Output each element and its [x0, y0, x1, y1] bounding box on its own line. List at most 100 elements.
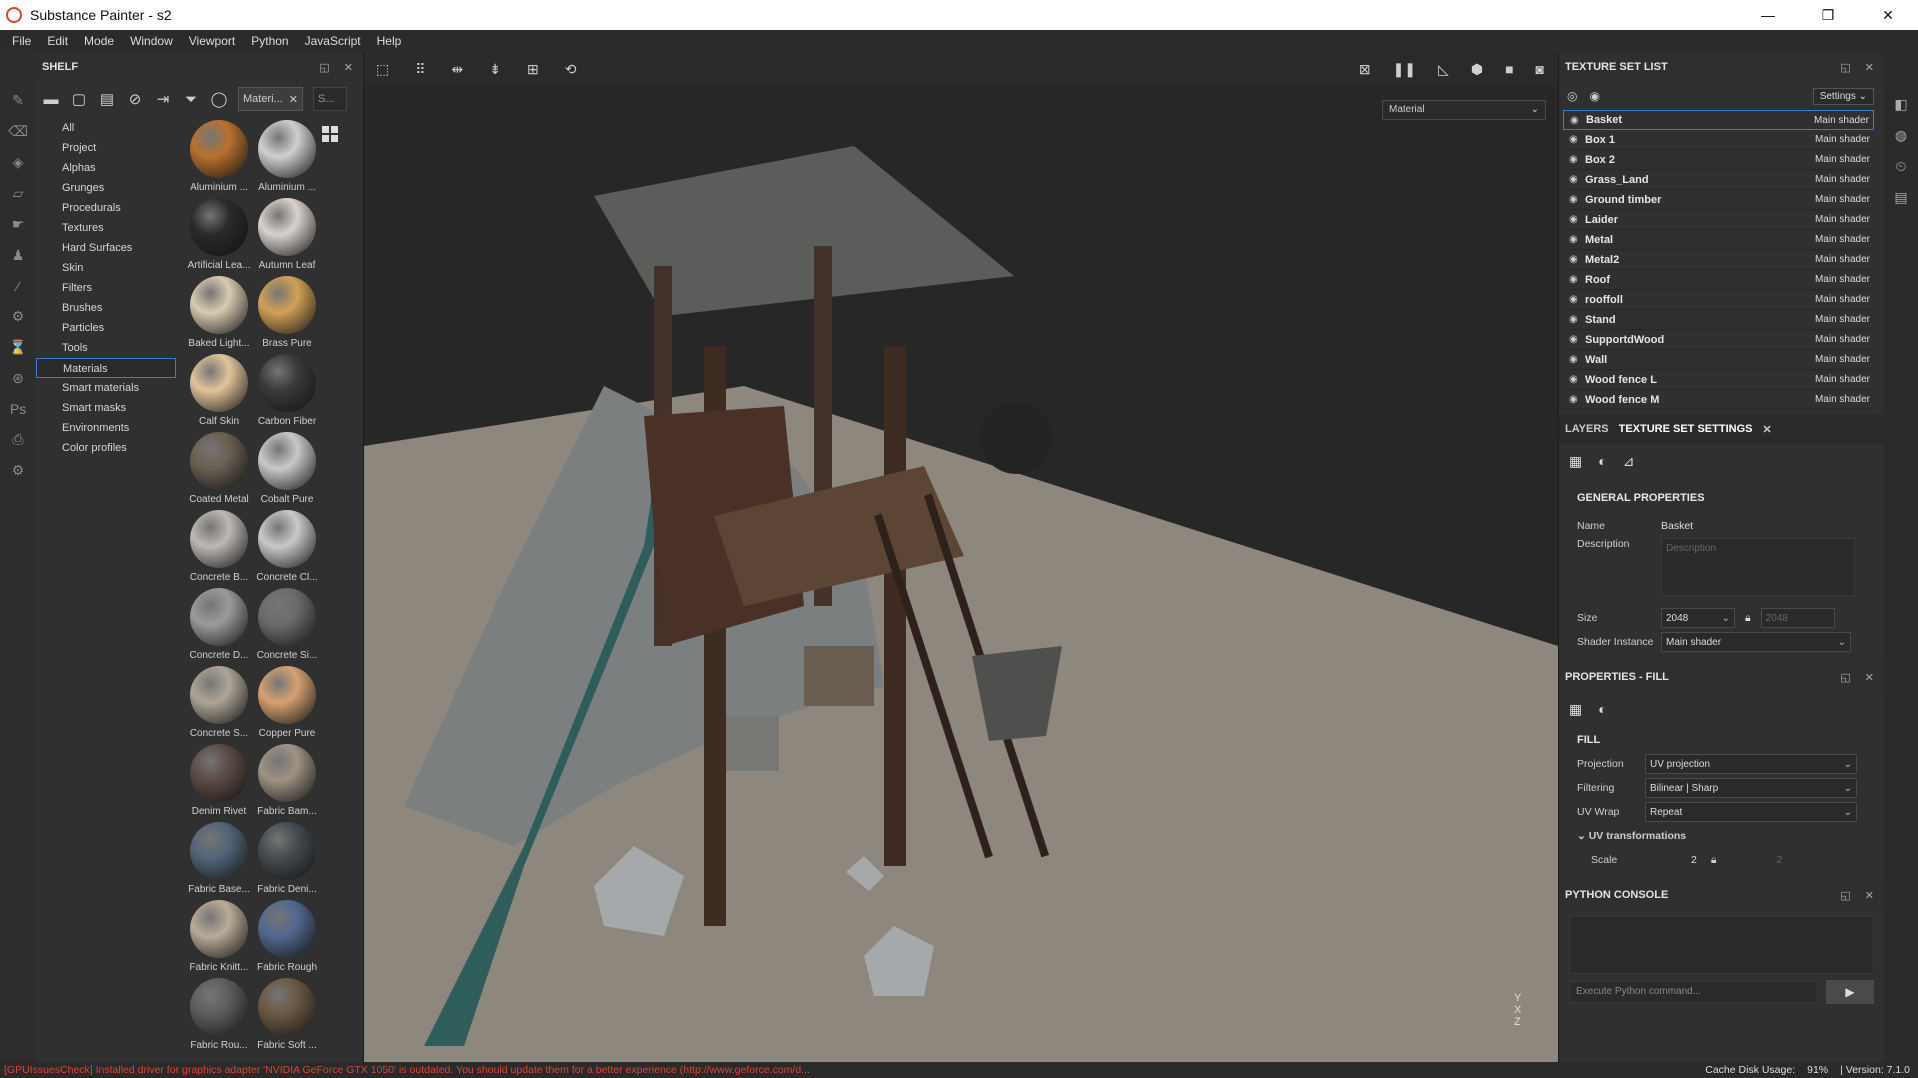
description-field[interactable]: Description	[1661, 538, 1855, 596]
texture-set-row[interactable]: ◉ Wood fence L Main shader	[1563, 370, 1874, 390]
close-panel-icon[interactable]: ✕	[344, 61, 353, 74]
lock-icon[interactable]: 🔒︎	[1711, 854, 1717, 867]
texture-set-row[interactable]: ◉ Stand Main shader	[1563, 310, 1874, 330]
texture-set-shader[interactable]: Main shader	[1814, 115, 1873, 126]
material-thumbnail[interactable]: Concrete Cl...	[252, 510, 322, 588]
settings-dropdown[interactable]: Settings ⌄	[1812, 87, 1874, 105]
category-item[interactable]: Particles	[36, 318, 176, 338]
channels-icon[interactable]: ▦	[1569, 701, 1582, 718]
size-select[interactable]: 2048 ⌄	[1661, 608, 1735, 628]
texture-set-row[interactable]: ◉ Metal2 Main shader	[1563, 250, 1874, 270]
export-icon[interactable]: ⎙	[8, 431, 28, 448]
category-item[interactable]: Project	[36, 138, 176, 158]
channels-icon[interactable]: ▦	[1569, 453, 1582, 470]
hide-ui-icon[interactable]: ⊠	[1359, 61, 1371, 78]
category-item[interactable]: Materials	[36, 358, 176, 378]
material-thumbnail[interactable]: Fabric Base...	[184, 822, 254, 900]
texture-set-row[interactable]: ◉ rooffoll Main shader	[1563, 290, 1874, 310]
eye-icon[interactable]: ◉	[1569, 194, 1585, 205]
eye-icon[interactable]: ◉	[1569, 174, 1585, 185]
category-item[interactable]: All	[36, 118, 176, 138]
menu-window[interactable]: Window	[122, 34, 181, 48]
eye-icon[interactable]: ◉	[1569, 294, 1585, 305]
category-item[interactable]: Procedurals	[36, 198, 176, 218]
texture-set-row[interactable]: ◉ Laider Main shader	[1563, 210, 1874, 230]
texture-set-shader[interactable]: Main shader	[1815, 154, 1874, 165]
folder-icon[interactable]: ▬	[42, 91, 60, 108]
polygon-fill-icon[interactable]: ▱	[8, 185, 28, 202]
eye-icon[interactable]: ◉	[1570, 115, 1586, 126]
uvwrap-select[interactable]: Repeat ⌄	[1645, 802, 1857, 822]
texture-set-row[interactable]: ◉ Box 2 Main shader	[1563, 150, 1874, 170]
texture-set-row[interactable]: ◉ Wall Main shader	[1563, 350, 1874, 370]
category-item[interactable]: Smart materials	[36, 378, 176, 398]
category-item[interactable]: Skin	[36, 258, 176, 278]
material-thumbnail[interactable]: Fabric Rou...	[184, 978, 254, 1056]
texture-set-row[interactable]: ◉ Roof Main shader	[1563, 270, 1874, 290]
material-thumbnail[interactable]: Artificial Lea...	[184, 198, 254, 276]
shelf-search-input[interactable]: Materi... ✕	[238, 87, 303, 111]
eraser-icon[interactable]: ⌫	[8, 123, 28, 140]
material-thumbnail[interactable]: Concrete S...	[184, 666, 254, 744]
import-icon[interactable]: ⇥	[154, 90, 172, 108]
texture-set-row[interactable]: ◉ Wood fence M Main shader	[1563, 390, 1874, 410]
python-command-input[interactable]: Execute Python command...	[1569, 981, 1818, 1003]
plugin-icon[interactable]: ⊛	[8, 370, 28, 387]
material-thumbnail[interactable]: Concrete Si...	[252, 588, 322, 666]
run-command-button[interactable]: ▶	[1826, 980, 1874, 1004]
texture-set-shader[interactable]: Main shader	[1815, 314, 1874, 325]
grid-view-icon[interactable]	[322, 126, 338, 142]
eye-icon[interactable]: ◉	[1569, 214, 1585, 225]
menu-viewport[interactable]: Viewport	[181, 34, 243, 48]
material-thumbnail[interactable]: Fabric Bam...	[252, 744, 322, 822]
screenshot-icon[interactable]: ◙	[1536, 61, 1544, 78]
material-thumbnail[interactable]: Carbon Fiber	[252, 354, 322, 432]
texture-set-shader[interactable]: Main shader	[1815, 274, 1874, 285]
category-item[interactable]: Color profiles	[36, 438, 176, 458]
select-icon[interactable]: ⬚	[376, 61, 389, 78]
texture-set-row[interactable]: ◉ Basket Main shader	[1563, 110, 1874, 130]
new-resource-icon[interactable]: ▢	[70, 90, 88, 108]
close-panel-icon[interactable]: ✕	[1865, 671, 1874, 684]
projection-icon[interactable]: ◈	[8, 154, 28, 171]
projection-select[interactable]: UV projection ⌄	[1645, 754, 1857, 774]
paint-brush-icon[interactable]: ✎	[8, 92, 28, 109]
menu-javascript[interactable]: JavaScript	[297, 34, 369, 48]
category-item[interactable]: Smart masks	[36, 398, 176, 418]
photoshop-icon[interactable]: Ps	[8, 401, 28, 417]
hide-icon[interactable]: ⊘	[126, 90, 144, 108]
eye-icon[interactable]: ◉	[1569, 314, 1585, 325]
eye-icon[interactable]: ◉	[1589, 89, 1599, 103]
category-item[interactable]: Tools	[36, 338, 176, 358]
texture-set-row[interactable]: ◉ Box 1 Main shader	[1563, 130, 1874, 150]
eye-icon[interactable]: ◉	[1569, 254, 1585, 265]
texture-set-shader[interactable]: Main shader	[1815, 254, 1874, 265]
refresh-icon[interactable]: ◯	[210, 90, 228, 108]
iray-icon[interactable]: ⌛	[8, 339, 28, 356]
float-panel-icon[interactable]: ◱	[1840, 61, 1850, 74]
close-tab-icon[interactable]: ✕	[1762, 423, 1771, 436]
eye-icon[interactable]: ◉	[1569, 134, 1585, 145]
pause-icon[interactable]: ❚❚	[1393, 61, 1416, 78]
texture-set-shader[interactable]: Main shader	[1815, 354, 1874, 365]
tab-layers[interactable]: LAYERS	[1565, 423, 1609, 435]
filter-icon[interactable]: ⏷	[182, 91, 200, 108]
category-item[interactable]: Grunges	[36, 178, 176, 198]
history-icon[interactable]: ⏲	[1896, 158, 1907, 175]
texture-set-shader[interactable]: Main shader	[1815, 294, 1874, 305]
float-panel-icon[interactable]: ◱	[1840, 671, 1850, 684]
visibility-toggle-icon[interactable]: ◎	[1567, 89, 1577, 103]
color-picker-icon[interactable]: ⁄	[8, 278, 28, 294]
texture-set-shader[interactable]: Main shader	[1815, 394, 1874, 405]
material-thumbnail[interactable]: Concrete D...	[184, 588, 254, 666]
eye-icon[interactable]: ◉	[1569, 274, 1585, 285]
category-item[interactable]: Environments	[36, 418, 176, 438]
filtering-select[interactable]: Bilinear | Sharp ⌄	[1645, 778, 1857, 798]
material-thumbnail[interactable]: Autumn Leaf	[252, 198, 322, 276]
material-thumbnail[interactable]: Aluminium ...	[252, 120, 322, 198]
texture-set-row[interactable]: ◉ Grass_Land Main shader	[1563, 170, 1874, 190]
minimize-button[interactable]: —	[1738, 7, 1798, 24]
texture-set-row[interactable]: ◉ Metal Main shader	[1563, 230, 1874, 250]
lock-icon[interactable]: 🔒︎	[1745, 612, 1751, 625]
grid-icon[interactable]: ⠿	[415, 61, 425, 78]
